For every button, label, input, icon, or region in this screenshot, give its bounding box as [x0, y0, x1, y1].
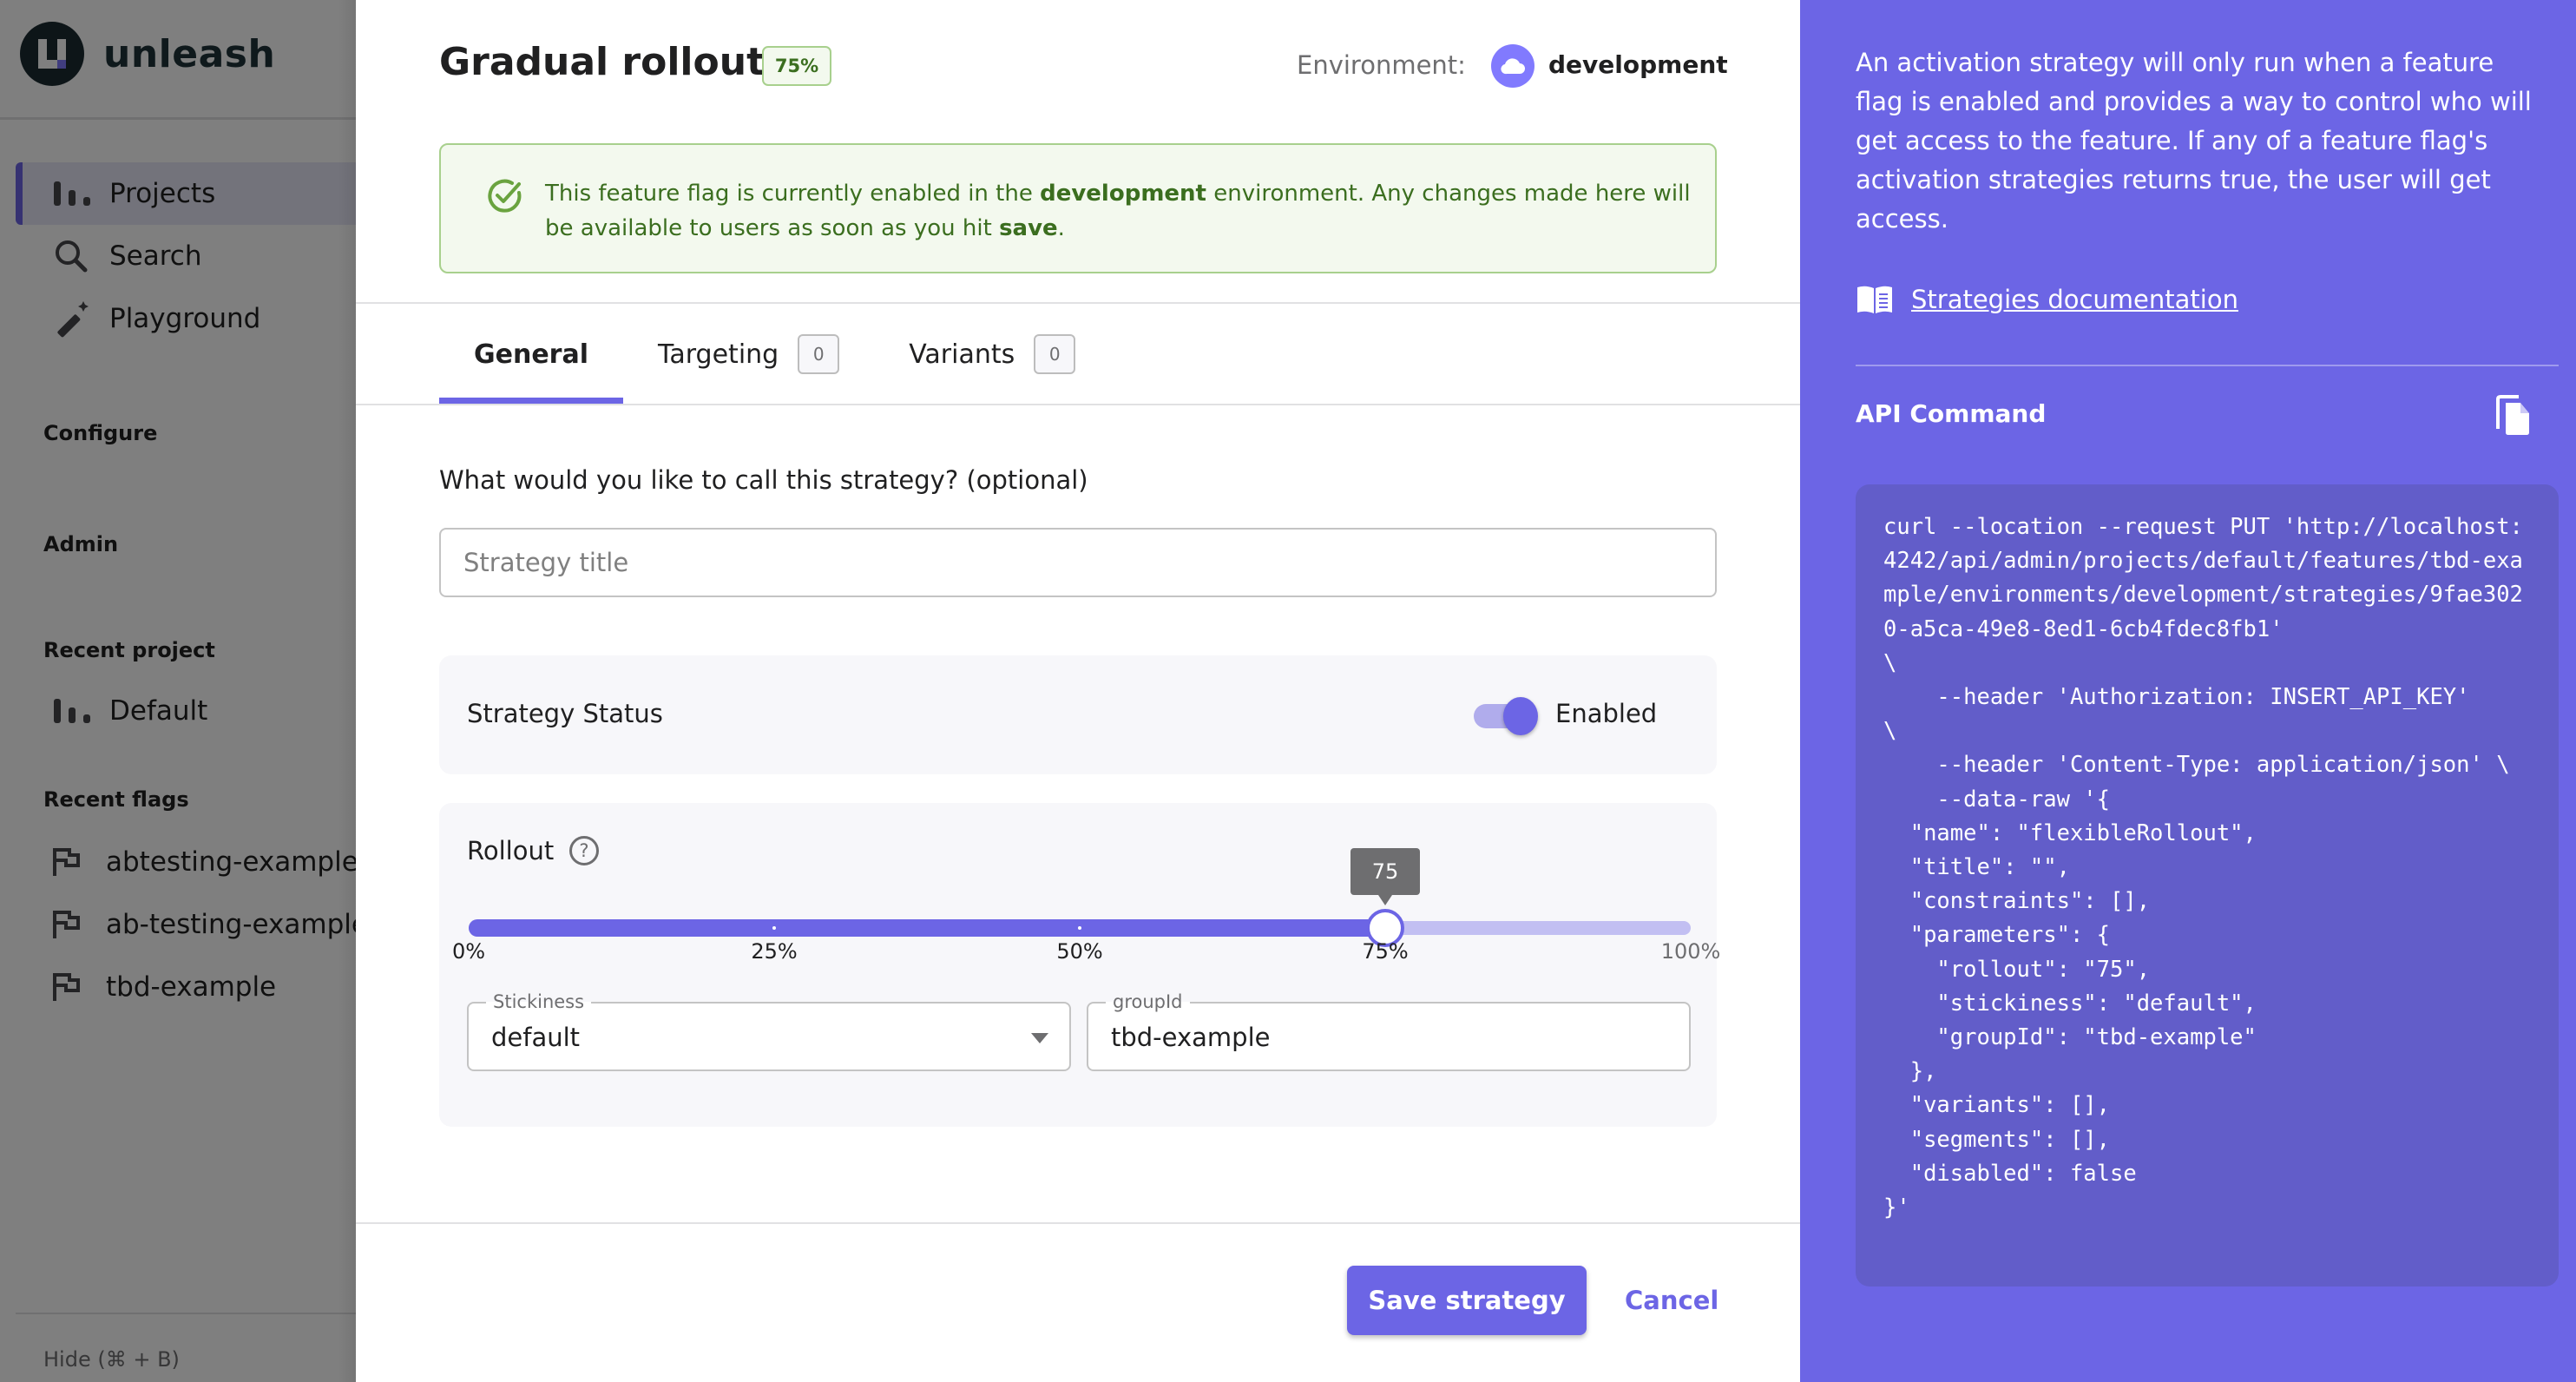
slider-tick-label: 100% [1660, 939, 1721, 964]
slider-value-tooltip: 75 [1350, 848, 1420, 905]
flag-icon [52, 846, 87, 878]
strategy-status-panel: Strategy Status Enabled [439, 655, 1717, 774]
flag-icon [52, 909, 87, 940]
strategy-title-input[interactable] [439, 528, 1717, 597]
slider-tick-label: 50% [1056, 939, 1103, 964]
strategy-status-value: Enabled [1555, 699, 1658, 728]
slider-tick-label: 25% [751, 939, 798, 964]
rollout-percent-badge: 75% [762, 46, 831, 86]
save-strategy-button[interactable]: Save strategy [1347, 1266, 1587, 1335]
sidebar-item-projects[interactable]: Projects [16, 162, 356, 225]
sidebar: unleash Projects Search Playground Confi… [0, 0, 368, 1382]
unleash-logo[interactable]: unleash [20, 22, 275, 86]
group-id-label: groupId [1106, 991, 1190, 1012]
group-id-value: tbd-example [1111, 1023, 1271, 1052]
strategies-documentation-link[interactable]: Strategies documentation [1856, 285, 2238, 314]
help-icon[interactable]: ? [569, 836, 599, 865]
unleash-logo-icon [20, 22, 84, 86]
stickiness-value: default [491, 1023, 581, 1052]
recent-flag-label: abtesting-example [106, 846, 358, 878]
tab-targeting[interactable]: Targeting 0 [623, 304, 874, 405]
recent-flag-item[interactable]: abtesting-example [52, 836, 358, 888]
sidebar-item-label: Projects [109, 178, 216, 209]
recent-flag-item[interactable]: ab-testing-example [52, 898, 368, 951]
variants-count-badge: 0 [1034, 334, 1076, 374]
slider-fill [469, 919, 1385, 937]
check-circle-icon [486, 177, 524, 219]
cloud-icon [1491, 44, 1534, 88]
section-recent-project: Recent project [43, 638, 215, 662]
cancel-button[interactable]: Cancel [1611, 1266, 1732, 1335]
projects-icon [52, 176, 90, 211]
targeting-count-badge: 0 [798, 334, 840, 374]
slider-mark [772, 926, 776, 930]
section-recent-flags: Recent flags [43, 787, 189, 812]
strategy-info-panel: An activation strategy will only run whe… [1800, 0, 2576, 1382]
projects-icon [52, 694, 90, 728]
sidebar-item-label: Playground [109, 303, 261, 334]
info-divider [1856, 365, 2559, 366]
strategy-enabled-toggle[interactable] [1472, 697, 1538, 735]
slider-tick-label: 75% [1362, 939, 1409, 964]
playground-wand-icon [52, 301, 90, 338]
toggle-thumb [1503, 697, 1538, 735]
copy-icon[interactable] [2494, 394, 2531, 439]
rollout-panel: Rollout ? 75 0% 25% 50% 75% 100% Stickiness … [439, 803, 1720, 1127]
tab-label: Targeting [658, 339, 779, 370]
sidebar-divider [0, 117, 356, 120]
recent-project-label: Default [109, 695, 208, 727]
search-icon [52, 239, 90, 273]
slider-tick-label: 0% [451, 939, 486, 964]
api-command-title: API Command [1856, 399, 2047, 428]
stickiness-select[interactable]: Stickiness default [467, 991, 1071, 1071]
rollout-label: Rollout [467, 836, 555, 865]
environment-label: Environment: [1297, 50, 1466, 80]
enabled-alert: This feature flag is currently enabled i… [439, 143, 1717, 273]
tab-label: General [474, 339, 588, 370]
hide-sidebar-button[interactable]: Hide (⌘ + B) [43, 1347, 180, 1372]
strategy-description: An activation strategy will only run whe… [1856, 48, 2532, 234]
section-configure[interactable]: Configure [43, 421, 157, 445]
footer-divider [356, 1222, 1800, 1224]
book-icon [1856, 285, 1894, 314]
group-id-input[interactable]: groupId tbd-example [1087, 991, 1691, 1071]
logo-text: unleash [103, 31, 276, 76]
strategy-modal: Gradual rollout 75% Environment: develop… [356, 0, 1800, 1382]
recent-flag-label: tbd-example [106, 971, 277, 1003]
slider-mark [1078, 926, 1081, 930]
doc-link-label: Strategies documentation [1911, 285, 2238, 314]
recent-flag-label: ab-testing-example [106, 909, 368, 940]
tab-label: Variants [909, 339, 1015, 370]
sidebar-item-playground[interactable]: Playground [16, 287, 356, 350]
strategy-status-label: Strategy Status [467, 699, 663, 728]
flag-icon [52, 971, 87, 1003]
page-title: Gradual rollout [439, 40, 766, 84]
api-command-text: curl --location --request PUT 'http://lo… [1883, 514, 2523, 1221]
dropdown-arrow-icon [1031, 1033, 1048, 1043]
stickiness-label: Stickiness [486, 991, 592, 1012]
tab-variants[interactable]: Variants 0 [874, 304, 1110, 405]
strategy-tabs: General Targeting 0 Variants 0 [439, 304, 1110, 405]
section-admin[interactable]: Admin [43, 532, 118, 556]
recent-project-default[interactable]: Default [16, 680, 356, 742]
alert-message: This feature flag is currently enabled i… [545, 181, 1691, 241]
sidebar-item-label: Search [109, 240, 202, 272]
tabs-divider [356, 404, 1800, 405]
recent-flag-item[interactable]: tbd-example [52, 961, 276, 1013]
sidebar-item-search[interactable]: Search [16, 225, 356, 287]
strategy-title-label: What would you like to call this strateg… [439, 465, 1088, 495]
environment-name: development [1548, 50, 1728, 79]
sidebar-bottom-divider [16, 1313, 356, 1314]
tab-general[interactable]: General [439, 304, 623, 405]
api-command-code-block[interactable]: curl --location --request PUT 'http://lo… [1856, 484, 2559, 1287]
